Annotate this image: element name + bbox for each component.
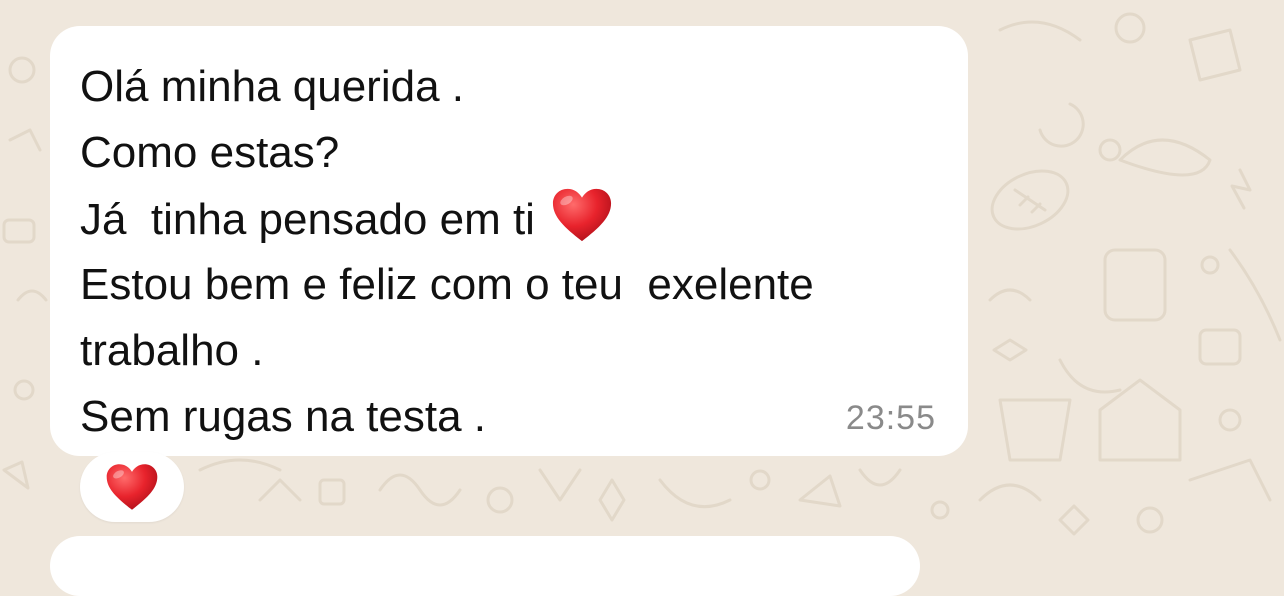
message-line-with-emoji: Já tinha pensado em ti	[80, 186, 928, 252]
message-line: Sem rugas na testa .	[80, 392, 486, 441]
reaction-badge[interactable]	[80, 452, 184, 522]
heart-icon	[106, 464, 158, 510]
message-timestamp: 23:55	[845, 399, 936, 437]
message-line: Olá minha querida .	[80, 62, 464, 111]
message-bubble[interactable]: Olá minha querida . Como estas? Já tinha…	[50, 26, 968, 456]
message-line: Como estas?	[80, 128, 340, 177]
message-line: trabalho .	[80, 326, 264, 375]
message-line-text: Já tinha pensado em ti	[80, 195, 535, 244]
message-line: Estou bem e feliz com o teu exelente	[80, 260, 814, 309]
next-message-bubble[interactable]	[50, 536, 920, 596]
heart-icon	[553, 188, 612, 242]
